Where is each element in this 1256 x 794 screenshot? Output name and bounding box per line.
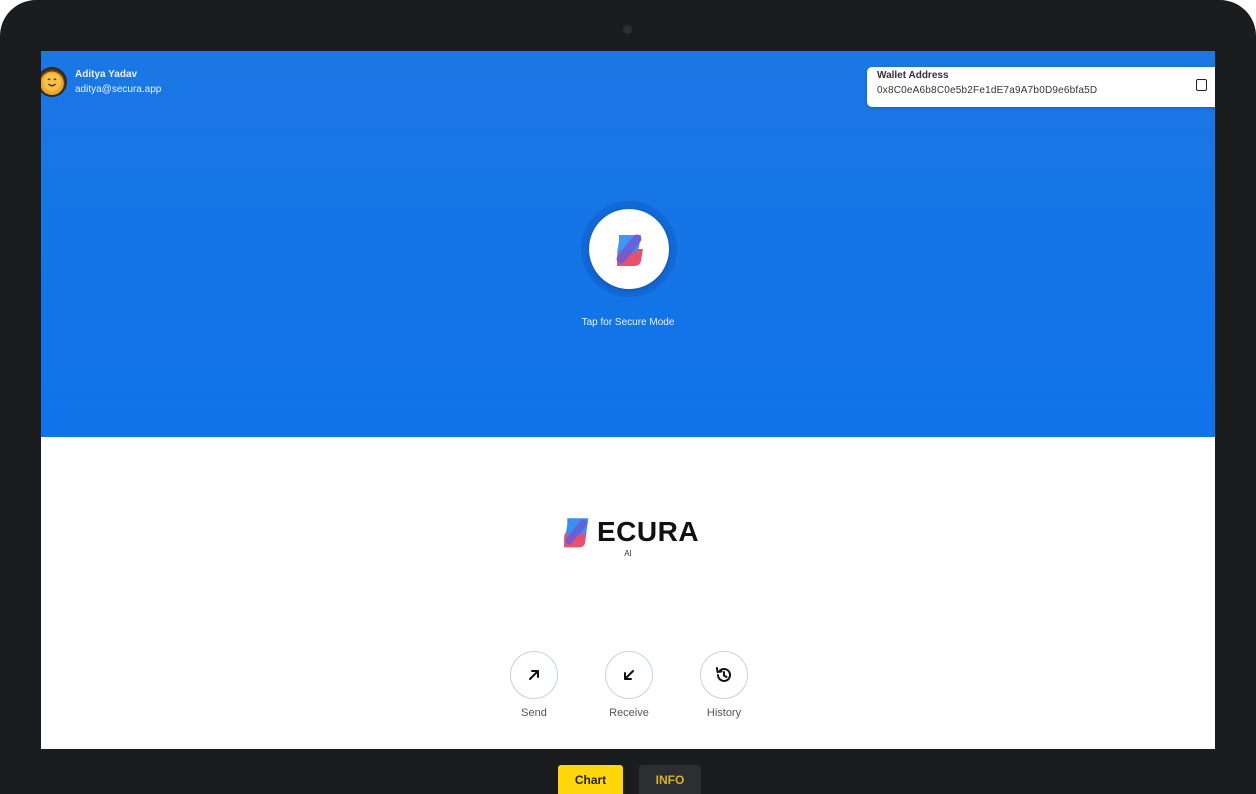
wallet-address: 0x8C0eA6b8C0e5b2Fe1dE7a9A7b0D9e6bfa5D <box>877 85 1098 96</box>
secura-logo-icon <box>564 518 589 548</box>
copy-icon[interactable] <box>1196 79 1207 91</box>
secure-mode-button[interactable] <box>581 201 677 297</box>
history-button[interactable]: History <box>684 651 764 719</box>
hero-panel: Aditya Yadav aditya@secura.app Wallet Ad… <box>41 51 1215 437</box>
brand-logo: ECURA <box>559 515 699 549</box>
wallet-address-card: Wallet Address 0x8C0eA6b8C0e5b2Fe1dE7a9A… <box>867 67 1215 107</box>
profile-name: Aditya Yadav <box>75 69 138 80</box>
camera-dot <box>623 25 632 34</box>
tab-chart[interactable]: Chart <box>558 765 623 794</box>
send-button[interactable]: Send <box>494 651 574 719</box>
tab-info[interactable]: INFO <box>639 765 701 794</box>
receive-button[interactable]: Receive <box>589 651 669 719</box>
arrow-up-right-icon <box>529 670 539 680</box>
laptop-bezel: Aditya Yadav aditya@secura.app Wallet Ad… <box>0 0 1256 794</box>
wallet-label: Wallet Address <box>877 70 949 81</box>
secura-logo-icon <box>616 234 643 266</box>
arrow-down-left-icon <box>624 670 634 680</box>
receive-label: Receive <box>609 707 649 719</box>
brand-name: ECURA <box>597 516 700 547</box>
history-icon <box>716 667 731 682</box>
tap-secure-mode-text: Tap for Secure Mode <box>581 317 675 328</box>
brand-subtitle: AI <box>624 549 632 558</box>
smiley-avatar-icon <box>41 67 67 97</box>
bottom-tabs: Chart INFO <box>558 765 701 794</box>
profile-email: aditya@secura.app <box>75 84 162 95</box>
history-label: History <box>706 707 742 719</box>
app-screen: Aditya Yadav aditya@secura.app Wallet Ad… <box>41 51 1215 749</box>
user-profile[interactable]: Aditya Yadav aditya@secura.app <box>41 67 161 97</box>
send-label: Send <box>521 707 547 719</box>
